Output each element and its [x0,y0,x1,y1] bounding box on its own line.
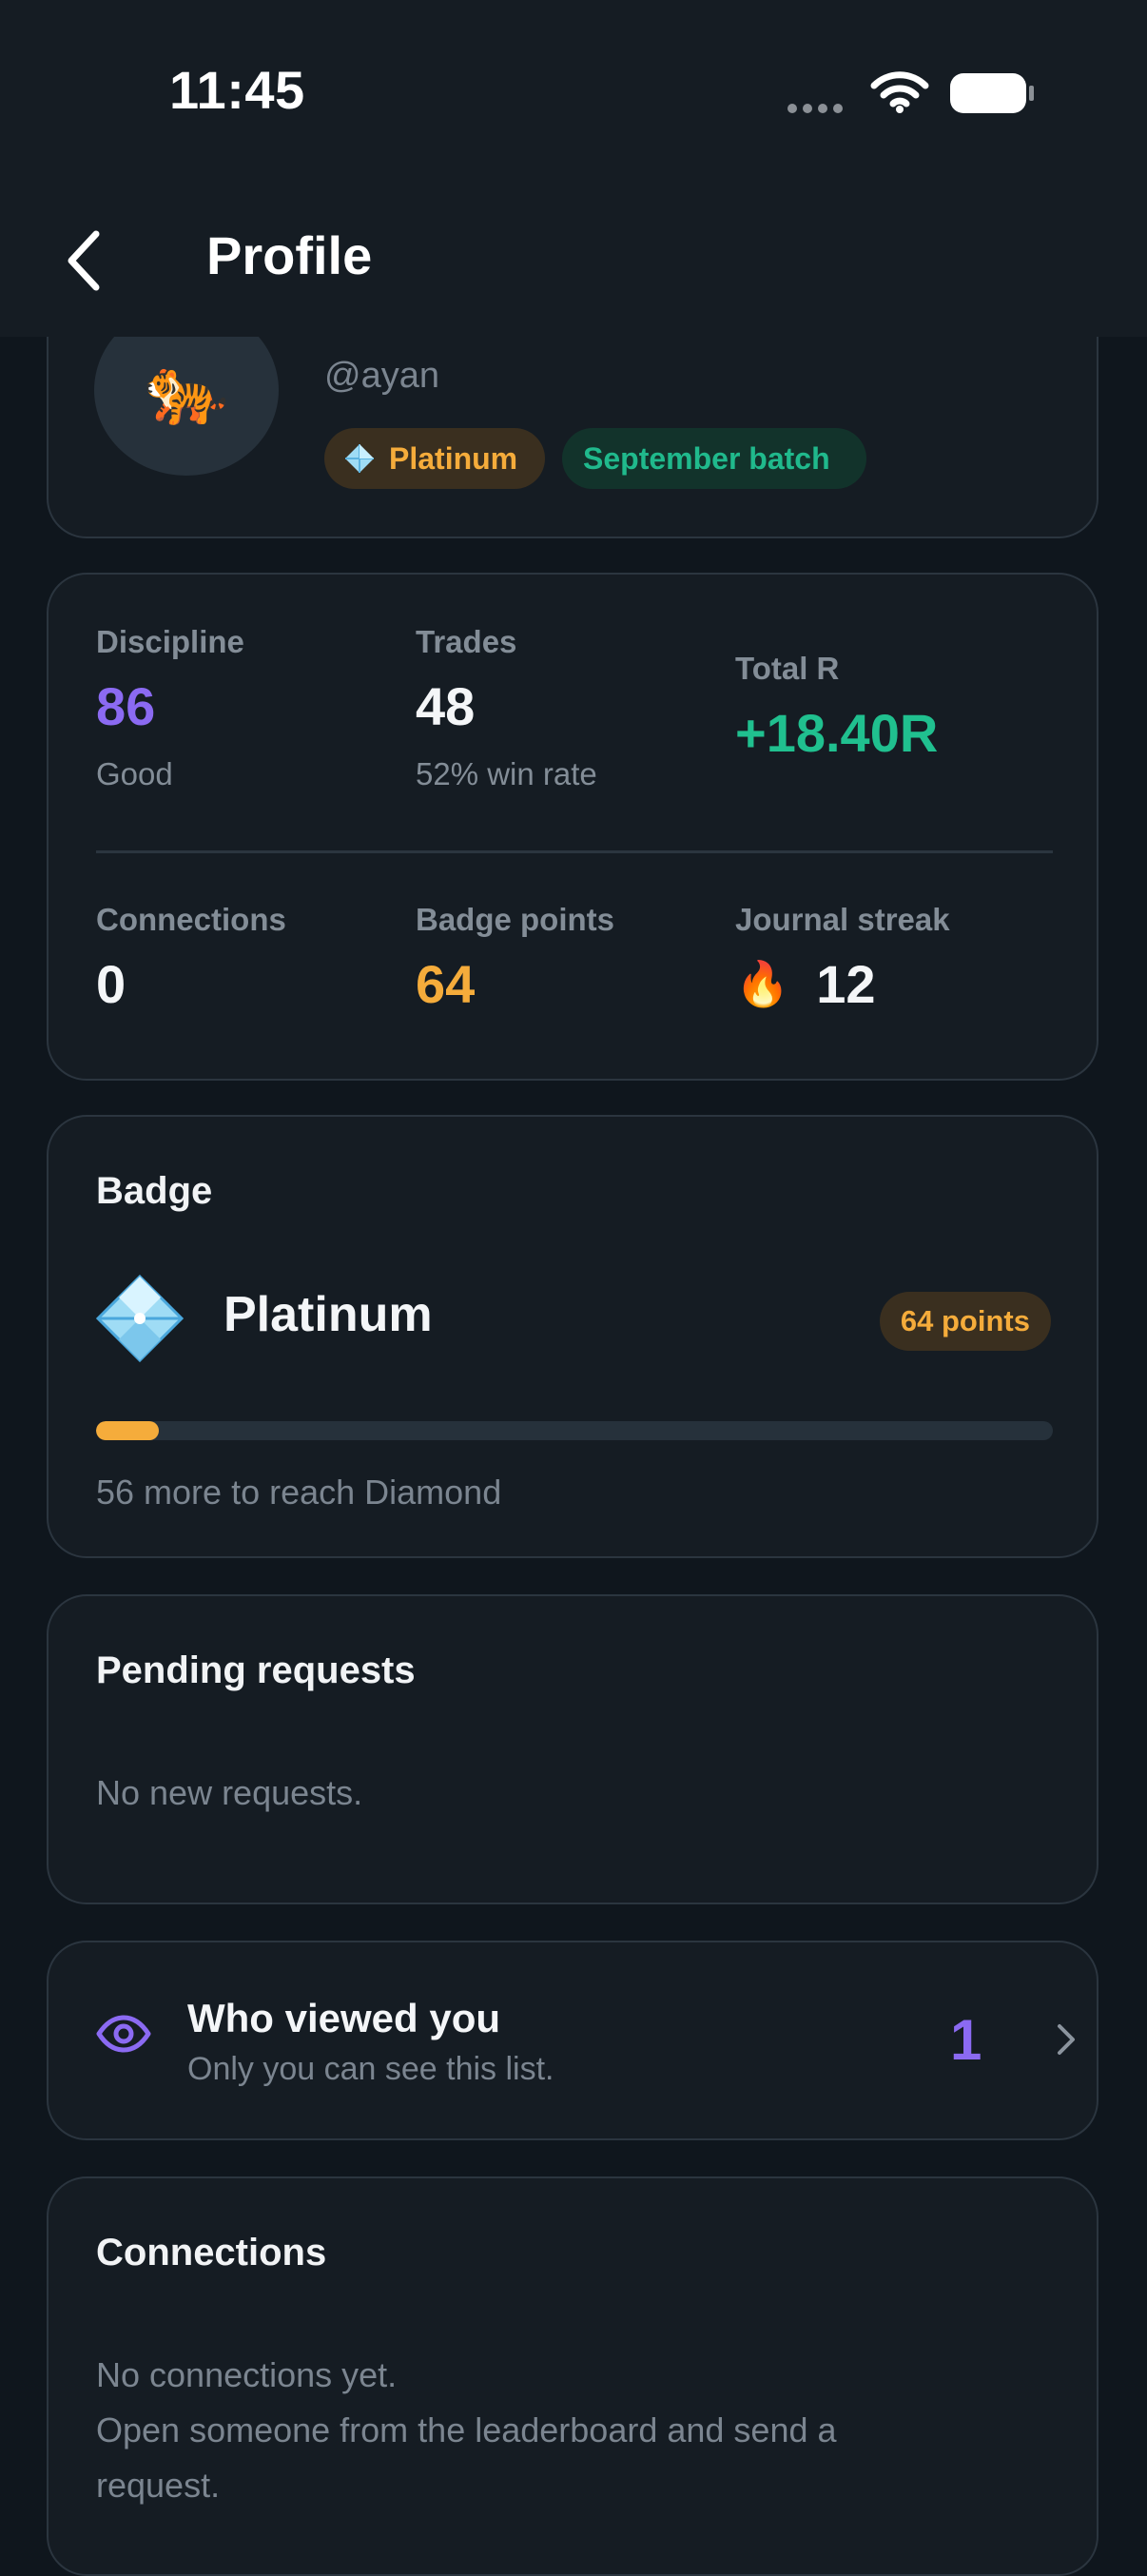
tiger-avatar-icon: 🐅 [144,352,229,428]
pending-empty-text: No new requests. [96,1773,363,1812]
stat-value: 0 [96,954,126,1014]
stat-label: Discipline [96,624,244,659]
stat-total-r: Total R +18.40R [735,651,938,764]
stat-connections: Connections 0 [96,902,286,1015]
badge-points-pill: 64 points [879,1292,1051,1351]
badge-card-title: Badge [96,1170,213,1212]
stat-badge-points: Badge points 64 [416,902,614,1015]
stat-value: 86 [96,676,156,736]
connections-card: Connections No connections yet. Open som… [47,2176,1098,2576]
profile-handle: @ayan [324,356,439,396]
badge-progress-text: 56 more to reach Diamond [96,1473,502,1512]
battery-icon [949,72,1035,119]
badge-name: Platinum [224,1287,433,1342]
connections-empty-line-1: No connections yet. [96,2355,398,2394]
page-title: Profile [206,225,373,285]
stat-value: 48 [416,676,476,736]
badge-progress-fill [96,1421,160,1440]
stat-label: Total R [735,651,840,686]
stat-sub: Good [96,756,173,791]
stat-sub: 52% win rate [416,756,597,791]
platinum-gem-icon [94,1273,185,1369]
tier-badge: Platinum [324,428,545,489]
signal-dots-icon [787,101,848,118]
stat-trades: Trades 48 52% win rate [416,624,597,792]
stat-value: 12 [816,954,876,1014]
stat-value: +18.40R [735,703,939,763]
viewed-count: 1 [950,2008,982,2072]
wifi-icon [870,70,929,119]
back-button[interactable] [49,223,116,299]
status-bar: 11:45 [0,0,1147,181]
connections-empty-line-3: request. [96,2466,221,2505]
chevron-left-icon [68,230,100,291]
stat-journal-streak: Journal streak 🔥 12 [735,902,950,1015]
connections-empty-line-2: Open someone from the leaderboard and se… [96,2410,837,2449]
viewed-subtitle: Only you can see this list. [187,2051,554,2087]
eye-icon [96,2015,151,2058]
connections-title: Connections [96,2232,327,2274]
batch-label: September batch [583,440,830,476]
stat-value: 64 [416,954,476,1014]
stats-divider [96,850,1053,853]
nav-bar: Profile [0,181,1147,337]
pending-title: Pending requests [96,1649,416,1691]
status-time: 11:45 [169,60,305,120]
streak-row: 🔥 12 [735,953,950,1015]
who-viewed-you-row[interactable]: Who viewed you Only you can see this lis… [47,1941,1098,2140]
stat-label: Journal streak [735,902,950,937]
stat-label: Connections [96,902,286,937]
pending-requests-card: Pending requests No new requests. [47,1594,1098,1904]
stat-discipline: Discipline 86 Good [96,624,244,792]
fire-icon: 🔥 [735,959,790,1008]
batch-badge: September batch [562,428,866,489]
badge-card: Badge Platinum 64 points 56 more to reac… [47,1115,1098,1558]
viewed-title: Who viewed you [187,1996,501,2040]
stats-card: Discipline 86 Good Trades 48 52% win rat… [47,573,1098,1081]
stat-label: Badge points [416,902,615,937]
chevron-right-icon [1055,2022,1078,2061]
tier-label: Platinum [389,440,518,476]
stat-label: Trades [416,624,517,659]
badge-progress-track [96,1421,1053,1440]
diamond-gem-icon [345,444,374,473]
